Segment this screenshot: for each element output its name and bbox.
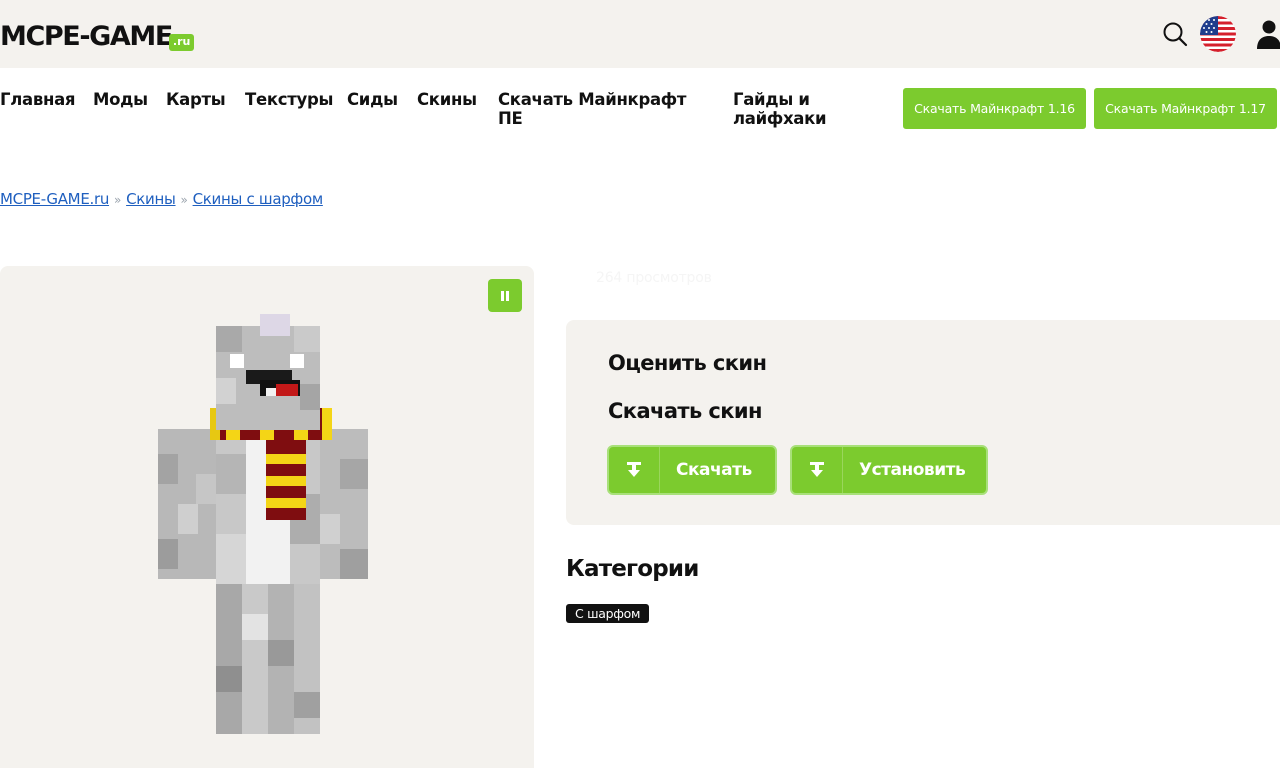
download-icon	[609, 447, 660, 493]
install-button[interactable]: Установить	[790, 445, 988, 495]
nav-item-download-pe[interactable]: Скачать Майнкрафт ПЕ	[498, 90, 703, 128]
categories-heading: Категории	[566, 556, 699, 582]
download-icon	[792, 447, 843, 493]
breadcrumb-separator: »	[180, 193, 188, 207]
us-flag-icon[interactable]	[1200, 16, 1236, 52]
logo-text: MCPE-GAME	[0, 21, 173, 52]
site-logo[interactable]: MCPE-GAME .ru	[0, 18, 195, 52]
download-minecraft-116-button[interactable]: Скачать Майнкрафт 1.16	[903, 88, 1086, 129]
logo-badge: .ru	[168, 34, 195, 51]
breadcrumb-skins[interactable]: Скины	[126, 190, 176, 208]
nav-item-home[interactable]: Главная	[0, 90, 76, 109]
download-button[interactable]: Скачать	[607, 445, 777, 495]
download-button-label: Скачать	[676, 460, 752, 480]
nav-item-textures[interactable]: Текстуры	[245, 90, 333, 109]
main-nav: Главная Моды Карты Текстуры Сиды Скины С…	[0, 68, 1280, 148]
nav-item-maps[interactable]: Карты	[166, 90, 226, 109]
views-counter: 264 просмотров	[596, 270, 712, 286]
skin-actions-panel: Оценить скин Скачать скин Скачать Устано…	[566, 320, 1280, 525]
user-icon[interactable]	[1254, 18, 1280, 50]
category-tag-scarf[interactable]: С шарфом	[566, 604, 650, 623]
nav-item-skins[interactable]: Скины	[417, 90, 477, 109]
nav-item-mods[interactable]: Моды	[93, 90, 148, 109]
breadcrumb-home[interactable]: MCPE-GAME.ru	[0, 190, 109, 208]
skin-viewer[interactable]	[0, 266, 534, 768]
install-button-label: Установить	[859, 460, 966, 480]
breadcrumb: MCPE-GAME.ru » Скины » Скины с шарфом	[0, 189, 323, 210]
pause-icon[interactable]	[488, 279, 522, 312]
download-skin-heading: Скачать скин	[608, 399, 763, 423]
rate-skin-heading: Оценить скин	[608, 351, 767, 375]
nav-item-guides[interactable]: Гайды и лайфхаки	[733, 90, 853, 128]
nav-item-seeds[interactable]: Сиды	[347, 90, 398, 109]
breadcrumb-separator: »	[114, 193, 122, 207]
download-minecraft-117-button[interactable]: Скачать Майнкрафт 1.17	[1094, 88, 1277, 129]
search-icon[interactable]	[1160, 19, 1190, 49]
skin-model-image	[158, 314, 368, 734]
header: MCPE-GAME .ru	[0, 0, 1280, 68]
breadcrumb-scarf-skins[interactable]: Скины с шарфом	[193, 190, 324, 208]
